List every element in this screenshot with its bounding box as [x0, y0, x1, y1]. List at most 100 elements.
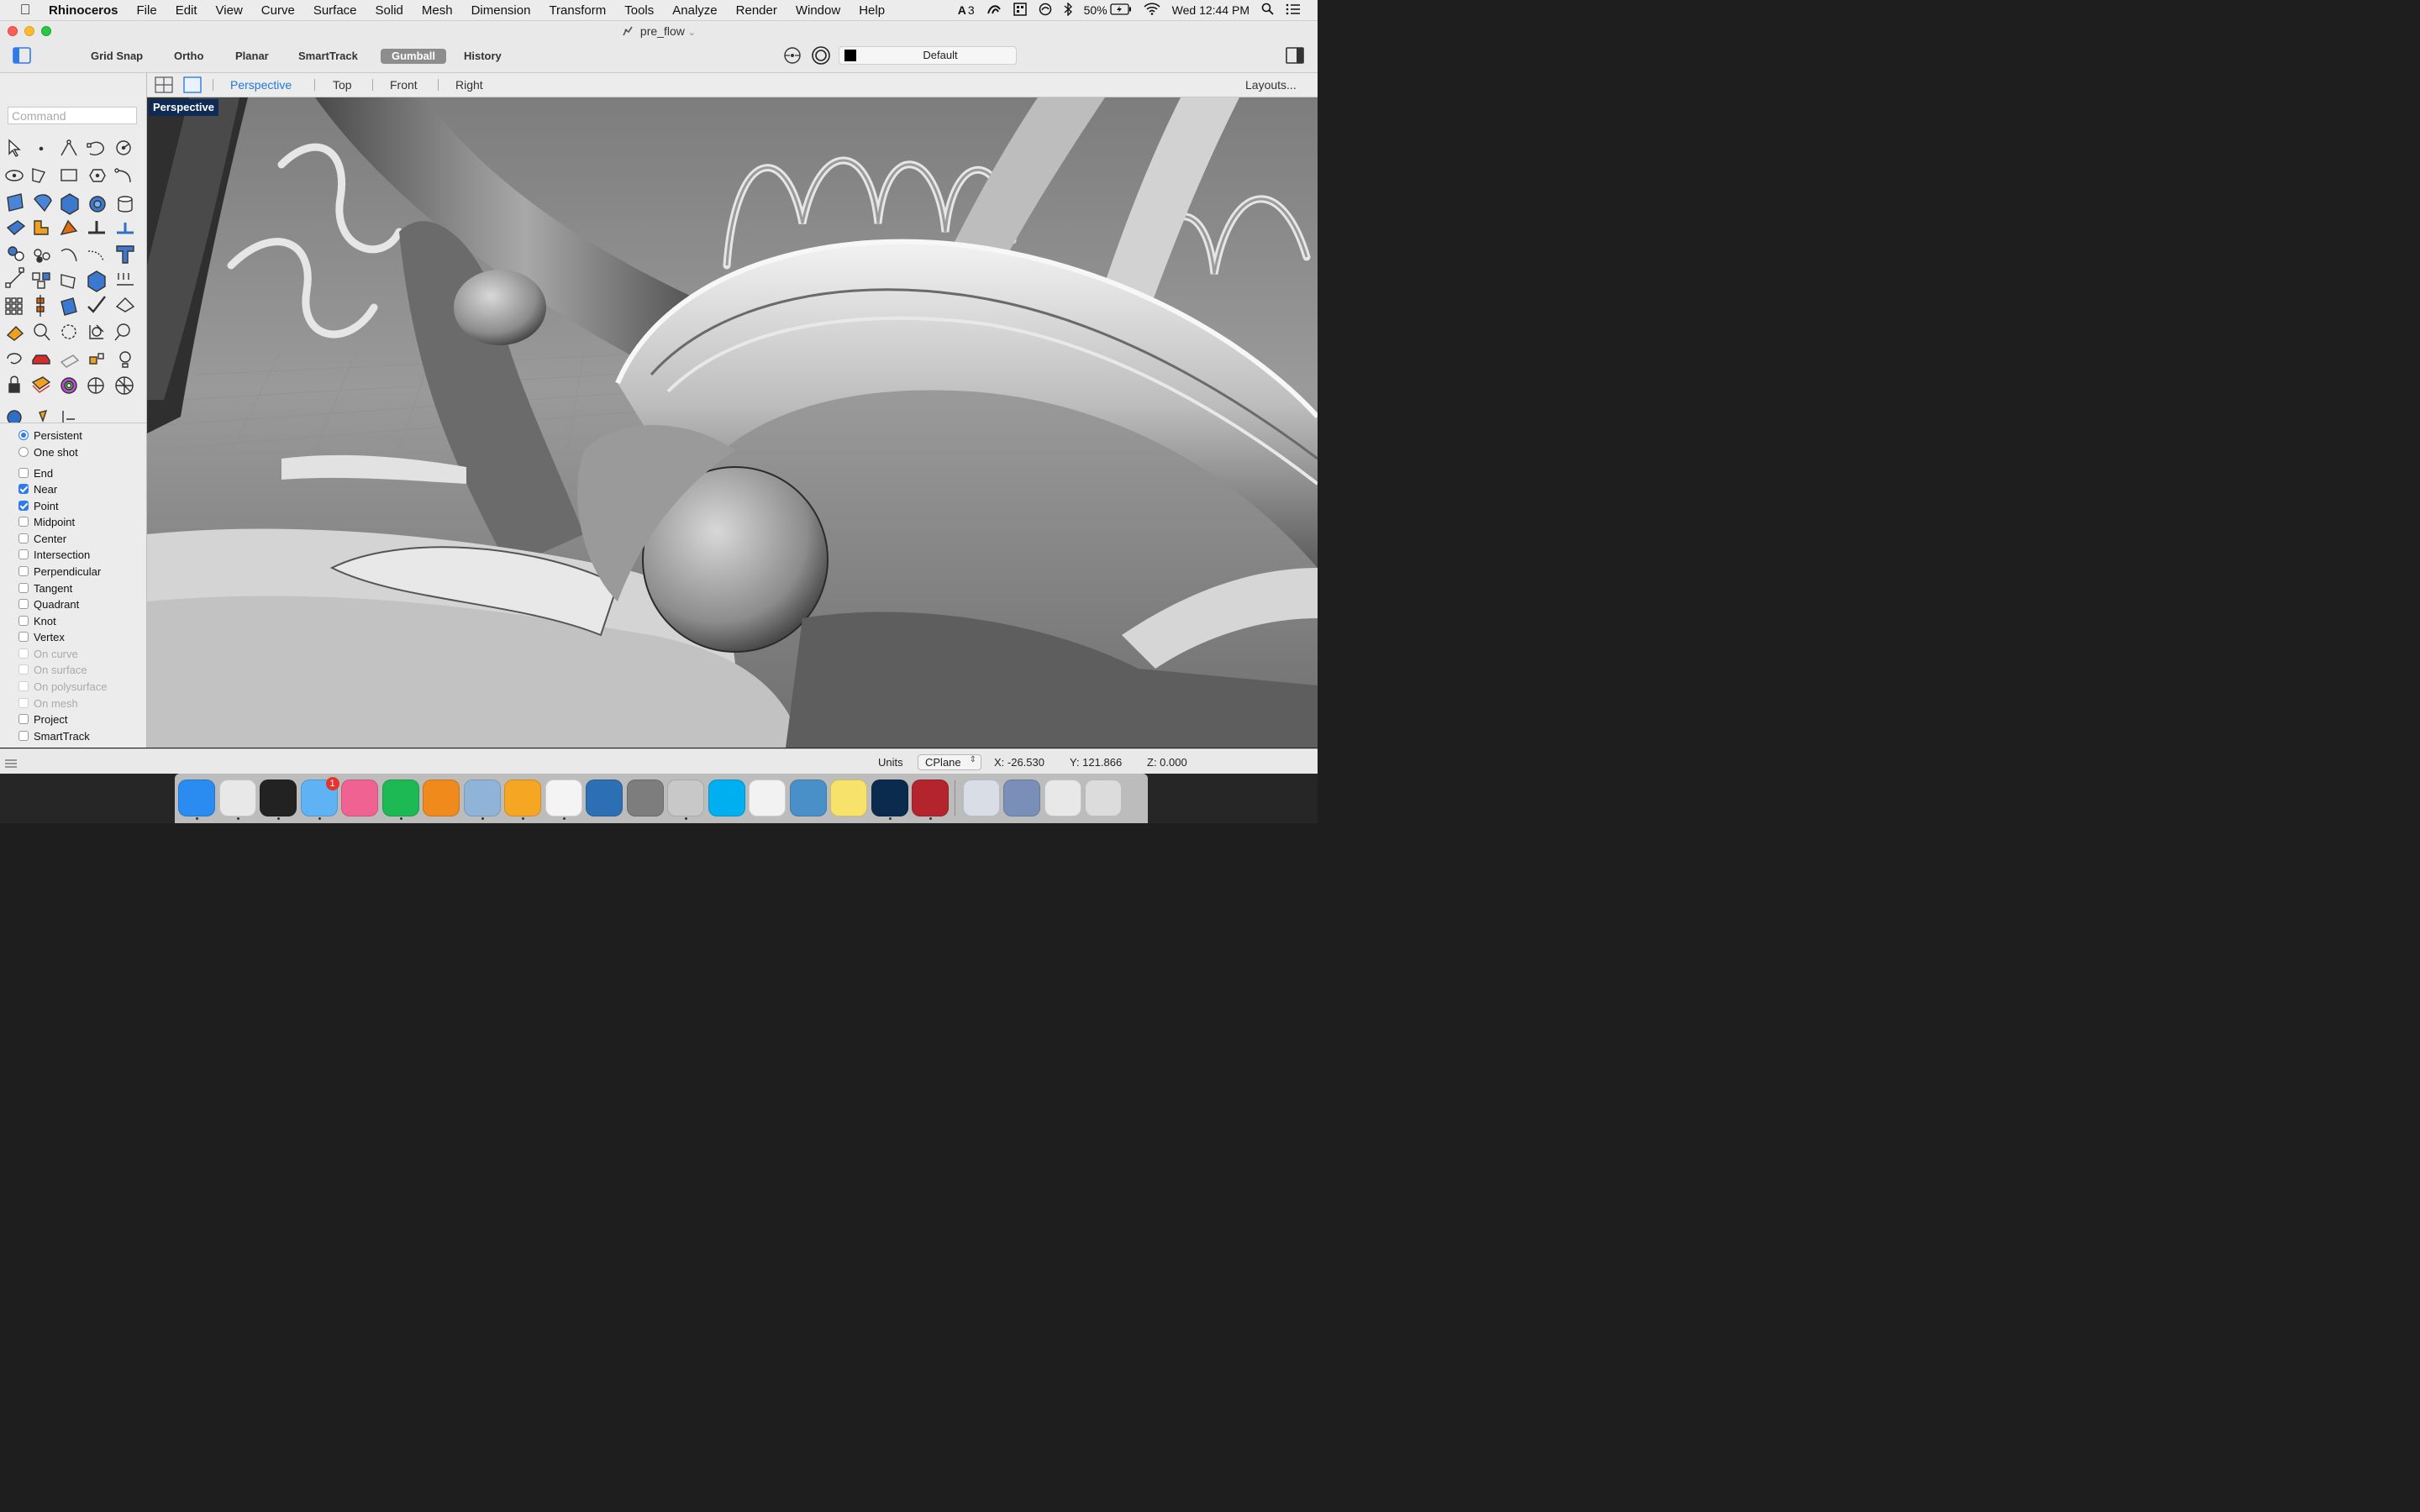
history-button[interactable]: History — [459, 49, 507, 64]
network-utility-icon[interactable] — [789, 780, 827, 816]
menu-rhinoceros[interactable]: Rhinoceros — [49, 3, 118, 18]
menu-analyze[interactable]: Analyze — [672, 3, 717, 18]
osnap-point[interactable]: Point — [18, 498, 59, 513]
layer-target-icon[interactable] — [810, 45, 832, 68]
ortho-button[interactable]: Ortho — [169, 49, 208, 64]
document-title[interactable]: pre_flow — [640, 24, 685, 38]
osnap-mode-one-shot[interactable]: One shot — [18, 444, 78, 459]
photo-booth-icon[interactable] — [912, 780, 949, 816]
vlc-icon[interactable] — [423, 780, 460, 816]
pages-icon[interactable] — [504, 780, 541, 816]
title-chevron-icon[interactable]: ⌄ — [688, 28, 696, 38]
osnap-vertex[interactable]: Vertex — [18, 629, 65, 644]
tab-front[interactable]: Front — [390, 78, 418, 92]
notification-center-icon[interactable] — [1286, 3, 1301, 18]
osnap-tangent[interactable]: Tangent — [18, 580, 72, 596]
menu-help[interactable]: Help — [859, 3, 885, 18]
osnap-quadrant[interactable]: Quadrant — [18, 596, 79, 612]
menu-view[interactable]: View — [216, 3, 243, 18]
textedit-icon[interactable] — [544, 780, 582, 816]
project-checkbox[interactable] — [18, 714, 29, 724]
menu-tools[interactable]: Tools — [624, 3, 654, 18]
tab-right[interactable]: Right — [455, 78, 483, 92]
osnap-knot[interactable]: Knot — [18, 613, 56, 628]
near-checkbox[interactable] — [18, 484, 29, 494]
photoshop-icon[interactable] — [871, 780, 908, 816]
rhinoceros-icon[interactable] — [667, 780, 704, 816]
osnap-perpendicular[interactable]: Perpendicular — [18, 564, 101, 579]
osnap-midpoint[interactable]: Midpoint — [18, 514, 75, 529]
menu-edit[interactable]: Edit — [176, 3, 197, 18]
menu-window[interactable]: Window — [796, 3, 840, 18]
menu-dimension[interactable]: Dimension — [471, 3, 531, 18]
osnap-intersection[interactable]: Intersection — [18, 547, 90, 562]
single-view-layout-icon[interactable] — [183, 76, 202, 96]
planar-button[interactable]: Planar — [230, 49, 274, 64]
smarttrack-checkbox[interactable] — [18, 731, 29, 741]
document-proxy-icon[interactable] — [622, 25, 634, 39]
smarttrack-button[interactable]: SmartTrack — [293, 49, 363, 64]
knot-checkbox[interactable] — [18, 616, 29, 626]
music-folder-icon[interactable] — [962, 780, 1000, 816]
current-layer-select[interactable]: Default — [839, 46, 1017, 65]
center-checkbox[interactable] — [18, 533, 29, 543]
menu-curve[interactable]: Curve — [261, 3, 295, 18]
osnap-mode-persistent[interactable]: Persistent — [18, 428, 82, 443]
cplane-select[interactable]: CPlane ⇕ — [918, 754, 981, 770]
menu-transform[interactable]: Transform — [549, 3, 606, 18]
gumball-button[interactable]: Gumball — [381, 49, 446, 64]
tab-top[interactable]: Top — [333, 78, 352, 92]
grid-snap-button[interactable]: Grid Snap — [86, 49, 148, 64]
one-piece-icon[interactable] — [749, 780, 786, 816]
tool-icons[interactable] — [3, 134, 144, 423]
menu-mesh[interactable]: Mesh — [422, 3, 453, 18]
menu-file[interactable]: File — [137, 3, 157, 18]
layouts-button[interactable]: Layouts... — [1245, 78, 1297, 92]
midpoint-checkbox[interactable] — [18, 517, 29, 527]
viewport-scene[interactable] — [147, 97, 1318, 748]
app-grid-icon[interactable] — [1013, 2, 1027, 18]
system-preferences-icon[interactable] — [626, 780, 664, 816]
apple-logo-icon[interactable]:  — [17, 2, 34, 18]
osnap-near[interactable]: Near — [18, 481, 57, 496]
preview-icon[interactable] — [463, 780, 501, 816]
one-shot-radio[interactable] — [18, 447, 29, 457]
osnap-target-icon[interactable] — [782, 46, 802, 67]
creative-cloud-icon[interactable] — [986, 3, 1002, 18]
adobe-cloud-icon[interactable]: A — [958, 3, 966, 17]
intersection-checkbox[interactable] — [18, 549, 29, 559]
battery-icon[interactable] — [1109, 3, 1132, 18]
osnap-end[interactable]: End — [18, 465, 53, 480]
units-label[interactable]: Units — [878, 756, 903, 769]
menu-render[interactable]: Render — [736, 3, 777, 18]
four-view-layout-icon[interactable] — [155, 76, 173, 96]
finder-icon[interactable] — [178, 780, 215, 816]
spotlight-search-icon[interactable] — [1261, 3, 1274, 18]
persistent-radio[interactable] — [18, 430, 29, 440]
menu-surface[interactable]: Surface — [313, 3, 357, 18]
sync-icon[interactable] — [1039, 3, 1052, 18]
thunderbird-icon[interactable] — [586, 780, 623, 816]
layer-color-swatch[interactable] — [844, 50, 856, 61]
terminal-icon[interactable] — [260, 780, 297, 816]
menu-solid[interactable]: Solid — [376, 3, 403, 18]
downloads-stack-icon[interactable] — [1044, 780, 1081, 816]
tangent-checkbox[interactable] — [18, 583, 29, 593]
viewport-name-label[interactable]: Perspective — [149, 99, 218, 116]
end-checkbox[interactable] — [18, 468, 29, 478]
bluetooth-icon[interactable] — [1064, 1, 1072, 18]
quadrant-checkbox[interactable] — [18, 599, 29, 609]
spotify-icon[interactable] — [381, 780, 419, 816]
skype-icon[interactable] — [708, 780, 745, 816]
osnap-center[interactable]: Center — [18, 531, 66, 546]
stickies-icon[interactable] — [830, 780, 867, 816]
osnap-smarttrack[interactable]: SmartTrack — [18, 728, 90, 743]
vertex-checkbox[interactable] — [18, 632, 29, 642]
perspective-viewport[interactable]: Perspective — [147, 97, 1318, 748]
documents-stack-icon[interactable] — [1003, 780, 1040, 816]
point-checkbox[interactable] — [18, 501, 29, 511]
perpendicular-checkbox[interactable] — [18, 566, 29, 576]
command-input[interactable] — [8, 107, 137, 124]
command-history-icon[interactable] — [5, 758, 17, 770]
trash-icon[interactable] — [1085, 780, 1122, 816]
